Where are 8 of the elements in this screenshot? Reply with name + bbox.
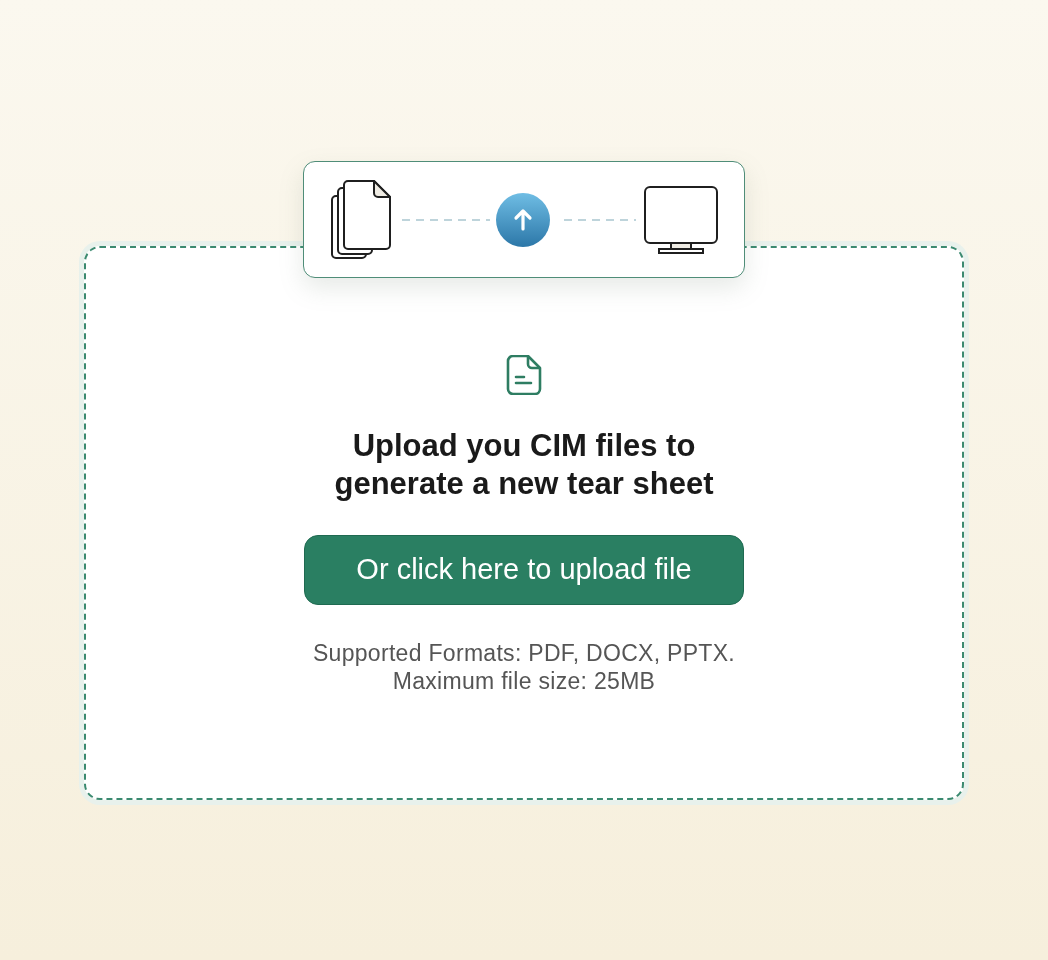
monitor-icon: [644, 185, 718, 254]
document-stack-icon: [328, 179, 392, 260]
dashed-connector: [564, 218, 636, 221]
upload-file-button[interactable]: Or click here to upload file: [304, 535, 744, 605]
format-hint-text: Maximum file size: 25MB: [392, 667, 656, 695]
upload-title: Upload you CIM files to generate a new tear sheet: [333, 427, 715, 503]
format-hint-text: Supported Formats: PDF, DOCX, PPTX.: [312, 639, 736, 667]
file-text-icon: [506, 355, 542, 395]
